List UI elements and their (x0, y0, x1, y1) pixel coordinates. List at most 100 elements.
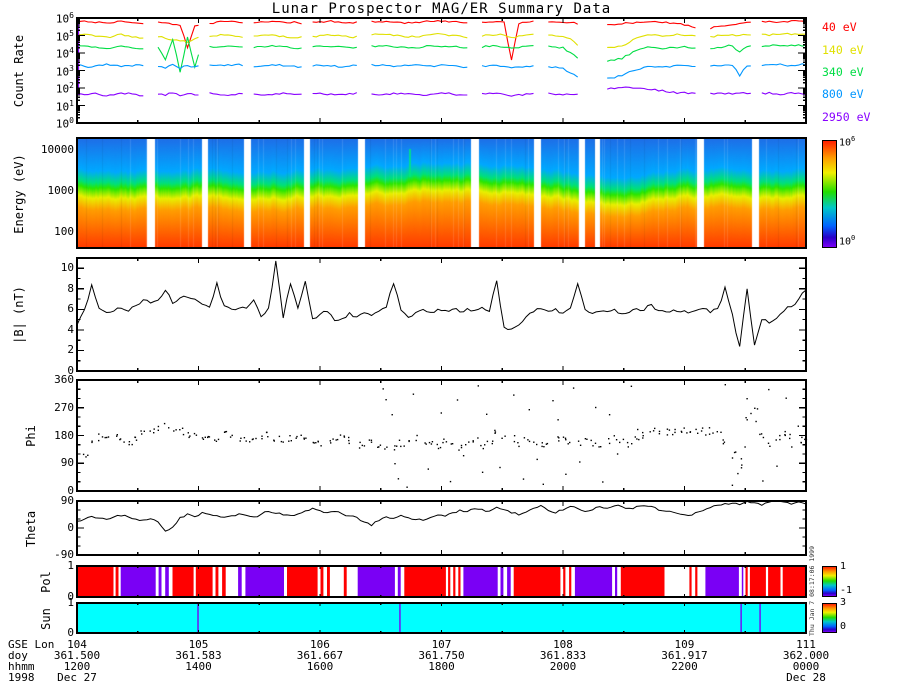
x-tick-hhmm: 1800 (428, 660, 455, 673)
pol-segment (245, 566, 284, 597)
panel-svg (76, 602, 807, 634)
pol-segment (768, 566, 781, 597)
pol-segment (165, 566, 169, 597)
cbar-min-base: 10 (839, 236, 852, 248)
panel-sun (76, 602, 808, 634)
pol-segment (77, 566, 114, 597)
pol-segment (120, 566, 156, 597)
pol-segment (222, 566, 226, 597)
panel-count-rate (76, 17, 808, 124)
pol-segment (782, 566, 806, 597)
pol-segment (158, 566, 162, 597)
spectrogram-image (78, 139, 805, 247)
y-tick-label: 360 (54, 373, 74, 386)
x-tick-hhmm: 1600 (306, 660, 334, 673)
panel-svg (76, 379, 808, 492)
pol-segment (513, 566, 561, 597)
pol-segment (172, 566, 194, 597)
legend-item-40ev: 40 eV (822, 20, 857, 34)
pol-segment (327, 566, 330, 597)
pol-segment (320, 566, 324, 597)
panel-svg (76, 257, 807, 372)
panel-pol (76, 565, 808, 598)
pol-segment (238, 566, 242, 597)
pol-segment (507, 566, 511, 597)
x-tick-date: Dec 27 (57, 671, 97, 684)
sun-colorbar-min: 0 (840, 621, 847, 632)
ylabel-energy: Energy (eV) (12, 154, 26, 234)
pol-colorbar-max: 1 (840, 561, 847, 572)
legend-item-340ev: 340 eV (822, 65, 864, 79)
pol-segment (195, 566, 213, 597)
legend-item-2950ev: 2950 eV (822, 110, 871, 124)
pol-segment (741, 566, 744, 597)
pol-segment (569, 566, 572, 597)
trace-2950-eV (76, 86, 807, 97)
cbar-max-base: 10 (839, 137, 852, 149)
y-tick-label: 6 (67, 302, 74, 316)
sun-fill (77, 603, 806, 633)
y-tick-label: 0 (67, 484, 74, 497)
ylabel-count-rate: Count Rate (12, 34, 26, 108)
trace-800-eV (76, 63, 807, 79)
y-tick-label: 100 (55, 116, 74, 131)
pol-segment (448, 566, 451, 597)
pol-segment (695, 566, 698, 597)
sun-colorbar (822, 603, 837, 633)
y-tick-label: 4 (67, 322, 74, 336)
y-tick-label: 1 (67, 559, 74, 572)
pol-segment (357, 566, 395, 597)
panel-phi (76, 379, 808, 492)
trace-340-eV (76, 36, 807, 73)
pol-segment (749, 566, 766, 597)
panel-svg (76, 17, 807, 124)
pol-segment (500, 566, 504, 597)
spectrogram-colorbar-max: 106 (839, 135, 855, 148)
pol-segment (563, 566, 566, 597)
legend-item-800ev: 800 eV (822, 87, 864, 101)
pol-segment (615, 566, 618, 597)
y-tick-label: 180 (54, 428, 74, 442)
pol-segment (397, 566, 401, 597)
spectrogram-colorbar-min: 100 (839, 234, 855, 247)
pol-segment (404, 566, 446, 597)
trace-b-magnitude (76, 260, 807, 347)
ylabel-bmag: |B| (nT) (12, 286, 26, 344)
y-tick-label: 8 (67, 281, 74, 295)
y-tick-label: 105 (55, 28, 74, 44)
y-tick-label: 90 (60, 456, 74, 470)
y-tick-label: 270 (54, 400, 74, 414)
y-tick-label: 10 (60, 261, 74, 275)
pol-segment (453, 566, 456, 597)
y-tick-label: 1 (67, 596, 74, 609)
y-tick-label: 10000 (40, 143, 74, 157)
x-tick-hhmm: 1400 (185, 660, 212, 673)
y-tick-label: 102 (55, 81, 74, 96)
pol-segment (215, 566, 219, 597)
pol-segment (343, 566, 347, 597)
pol-segment (689, 566, 692, 597)
panel-bmag (76, 257, 808, 372)
pol-colorbar-min: -1 (840, 585, 853, 596)
summary-plot-page: Lunar Prospector MAG/ER Summary Data Cou… (0, 0, 900, 700)
pol-segment (745, 566, 748, 597)
x-tick-date: Dec 28 (786, 671, 826, 684)
pol-colorbar (822, 566, 837, 597)
cbar-min-exp: 0 (851, 234, 856, 242)
pol-segment (620, 566, 665, 597)
pol-segment (287, 566, 318, 597)
cbar-max-exp: 6 (851, 135, 856, 143)
y-tick-label: 1000 (47, 183, 75, 197)
xaxis-row-year: 1998 (8, 671, 35, 684)
plot-timestamp: Thu Jan 7 08:17:06 1999 (808, 545, 816, 636)
y-tick-label: 106 (55, 11, 74, 26)
y-tick-label: 0 (67, 521, 74, 534)
y-tick-label: 104 (55, 46, 74, 61)
y-tick-label: 2 (67, 343, 74, 357)
y-tick-label: 100 (54, 224, 74, 238)
panel-theta (76, 500, 808, 556)
y-tick-label: 101 (55, 98, 74, 114)
pol-segment (463, 566, 498, 597)
pol-segment (115, 566, 119, 597)
sun-colorbar-max: 3 (840, 597, 847, 608)
